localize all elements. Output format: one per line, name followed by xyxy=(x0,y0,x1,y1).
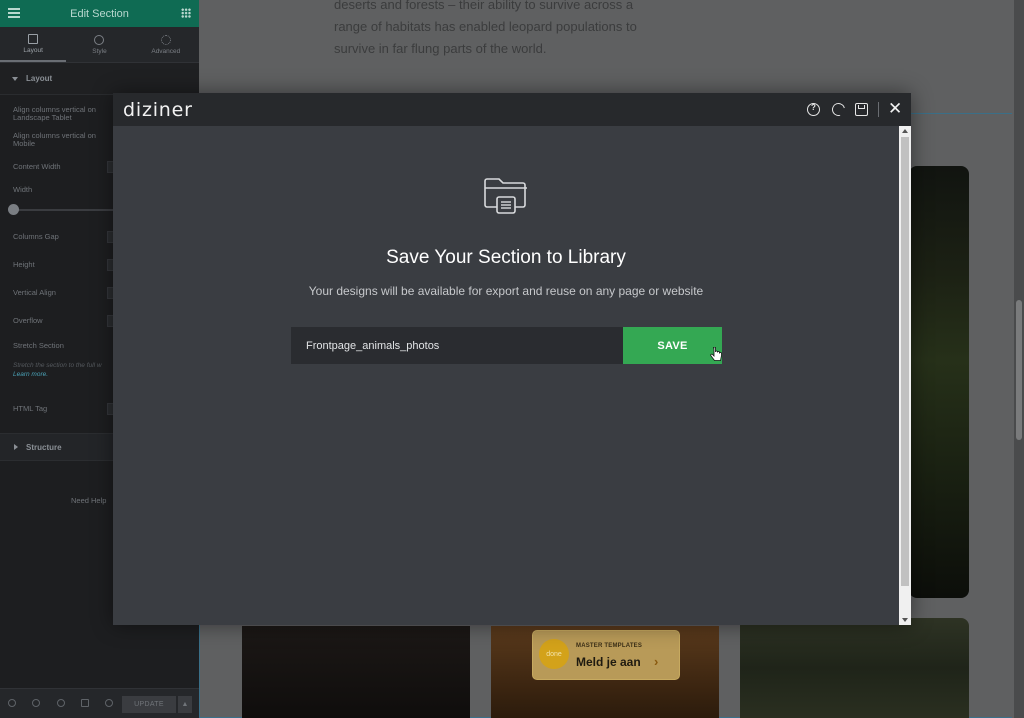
section-layout-toggle[interactable]: Layout xyxy=(0,63,199,95)
control-vertical-align: Vertical Align xyxy=(13,288,56,297)
photo-bottom-left xyxy=(242,626,470,718)
control-align-mobile: Align columns vertical on Mobile xyxy=(13,131,96,148)
dialog-title: Save Your Section to Library xyxy=(386,247,626,268)
help-icon[interactable] xyxy=(807,103,820,116)
width-slider-track[interactable] xyxy=(13,209,117,211)
control-stretch-section: Stretch Section xyxy=(13,341,64,350)
modal-scrollbar[interactable] xyxy=(899,126,911,625)
tab-label: Style xyxy=(92,47,107,55)
photo-leopard xyxy=(909,166,969,598)
widgets-grid-icon[interactable] xyxy=(181,8,191,18)
master-templates-badge[interactable]: done MASTER TEMPLATES Meld je aan › xyxy=(532,630,680,680)
gear-icon xyxy=(160,34,171,45)
update-options-button[interactable]: ▲ xyxy=(178,696,192,713)
section-title: Structure xyxy=(26,442,62,452)
panel-title: Edit Section xyxy=(70,7,129,20)
photo-bottom-right xyxy=(740,618,969,718)
need-help-link[interactable]: Need Help xyxy=(71,496,106,505)
settings-icon[interactable] xyxy=(8,699,16,707)
stretch-hint-text: Stretch the section to the full w xyxy=(13,362,102,369)
tab-advanced[interactable]: Advanced xyxy=(133,27,199,62)
modal-scrollbar-thumb[interactable] xyxy=(901,137,909,586)
caret-down-icon xyxy=(12,76,18,81)
preview-paragraph: deserts and forests – their ability to s… xyxy=(334,0,637,56)
page-scrollbar[interactable] xyxy=(1014,0,1024,718)
structure-header: Structure xyxy=(14,443,62,452)
folder-document-icon xyxy=(484,178,527,214)
tab-style[interactable]: Style xyxy=(66,27,132,62)
dialog-subtitle: Your designs will be available for expor… xyxy=(308,284,704,298)
diziner-logo: diziner xyxy=(123,99,193,121)
hand-cursor-icon xyxy=(710,347,722,361)
done-logo: done xyxy=(539,639,569,669)
section-title: Layout xyxy=(26,74,53,83)
badge-title: Meld je aan xyxy=(576,655,641,669)
diziner-modal: diziner ✕ Save Your Section to Library Y… xyxy=(113,93,911,625)
stretch-hint: Stretch the section to the full w Learn … xyxy=(13,361,113,379)
control-content-width: Content Width xyxy=(13,162,61,171)
save-disk-icon[interactable] xyxy=(855,103,868,116)
tab-label: Advanced xyxy=(151,47,181,55)
responsive-icon[interactable] xyxy=(81,699,89,707)
update-button[interactable]: UPDATE xyxy=(122,696,176,713)
control-html-tag: HTML Tag xyxy=(13,404,48,413)
panel-footer: UPDATE ▲ xyxy=(0,688,199,718)
width-slider-handle[interactable] xyxy=(8,204,19,215)
template-name-input[interactable] xyxy=(291,327,623,364)
caret-right-icon xyxy=(14,444,18,450)
panel-header: Edit Section xyxy=(0,0,199,27)
control-columns-gap: Columns Gap xyxy=(13,232,59,241)
control-align-tablet: Align columns vertical on Landscape Tabl… xyxy=(13,105,96,122)
menu-icon[interactable] xyxy=(8,8,20,18)
panel-tabs: Layout Style Advanced xyxy=(0,27,199,63)
chevron-right-icon: › xyxy=(654,654,659,669)
control-height: Height xyxy=(13,260,35,269)
badge-caption: MASTER TEMPLATES xyxy=(576,643,643,649)
tab-layout[interactable]: Layout xyxy=(0,27,67,62)
refresh-icon[interactable] xyxy=(829,100,848,119)
modal-titlebar: diziner ✕ xyxy=(113,93,911,126)
preview-eye-icon[interactable] xyxy=(105,699,113,707)
tab-label: Layout xyxy=(23,46,43,54)
page-scrollbar-thumb[interactable] xyxy=(1016,300,1022,440)
scroll-up-arrow-icon[interactable] xyxy=(902,129,908,133)
half-circle-icon xyxy=(94,34,105,45)
columns-icon xyxy=(28,33,39,44)
scroll-down-arrow-icon[interactable] xyxy=(902,618,908,622)
modal-body: Save Your Section to Library Your design… xyxy=(113,126,899,625)
layers-icon[interactable] xyxy=(32,699,40,707)
learn-more-link[interactable]: Learn more. xyxy=(13,371,48,378)
control-width: Width xyxy=(13,185,33,194)
control-overflow: Overflow xyxy=(13,316,43,325)
close-icon[interactable]: ✕ xyxy=(888,100,902,117)
history-icon[interactable] xyxy=(57,699,65,707)
save-button[interactable]: SAVE xyxy=(623,327,722,364)
toolbar-divider xyxy=(878,102,879,117)
